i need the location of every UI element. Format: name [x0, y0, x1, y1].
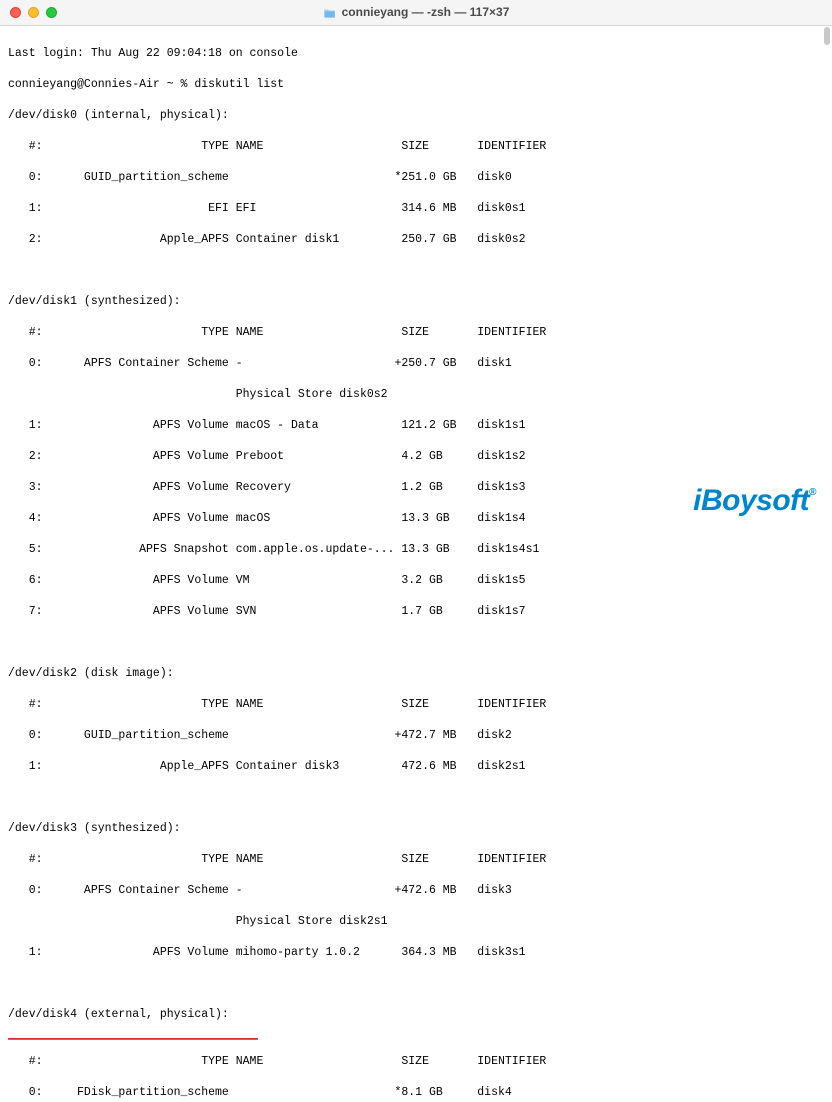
disk-header: /dev/disk0 (internal, physical): [8, 108, 824, 124]
blank-line [8, 976, 824, 992]
table-row: Physical Store disk0s2 [8, 387, 824, 403]
blank-line [8, 790, 824, 806]
column-header: #: TYPE NAME SIZE IDENTIFIER [8, 325, 824, 341]
table-row: 6: APFS Volume VM 3.2 GB disk1s5 [8, 573, 824, 589]
column-header: #: TYPE NAME SIZE IDENTIFIER [8, 697, 824, 713]
table-row: 0: APFS Container Scheme - +472.6 MB dis… [8, 883, 824, 899]
disk-header: /dev/disk4 (external, physical): [8, 1007, 824, 1023]
window-title-text: connieyang — -zsh — 117×37 [342, 4, 510, 20]
table-row: 0: FDisk_partition_scheme *8.1 GB disk4 [8, 1085, 824, 1101]
column-header: #: TYPE NAME SIZE IDENTIFIER [8, 1054, 824, 1070]
command-line: connieyang@Connies-Air ~ % diskutil list [8, 77, 824, 93]
table-row: 3: APFS Volume Recovery 1.2 GB disk1s3 [8, 480, 824, 496]
minimize-icon[interactable] [28, 7, 39, 18]
last-login-line: Last login: Thu Aug 22 09:04:18 on conso… [8, 46, 824, 62]
table-row: 0: APFS Container Scheme - +250.7 GB dis… [8, 356, 824, 372]
disk-header: /dev/disk1 (synthesized): [8, 294, 824, 310]
blank-line [8, 635, 824, 651]
disk-header: /dev/disk3 (synthesized): [8, 821, 824, 837]
maximize-icon[interactable] [46, 7, 57, 18]
table-row: 0: GUID_partition_scheme +472.7 MB disk2 [8, 728, 824, 744]
table-row: 7: APFS Volume SVN 1.7 GB disk1s7 [8, 604, 824, 620]
table-row: 2: APFS Volume Preboot 4.2 GB disk1s2 [8, 449, 824, 465]
disk-header: /dev/disk2 (disk image): [8, 666, 824, 682]
table-row: 0: GUID_partition_scheme *251.0 GB disk0 [8, 170, 824, 186]
window-titlebar: connieyang — -zsh — 117×37 [0, 0, 832, 26]
table-row: 1: Apple_APFS Container disk3 472.6 MB d… [8, 759, 824, 775]
scrollbar[interactable] [821, 27, 831, 551]
close-icon[interactable] [10, 7, 21, 18]
table-row: Physical Store disk2s1 [8, 914, 824, 930]
table-row: 2: Apple_APFS Container disk1 250.7 GB d… [8, 232, 824, 248]
table-row: 1: EFI EFI 314.6 MB disk0s1 [8, 201, 824, 217]
highlight-underline [8, 1038, 258, 1040]
column-header: #: TYPE NAME SIZE IDENTIFIER [8, 852, 824, 868]
scroll-thumb[interactable] [824, 27, 830, 45]
table-row: 1: APFS Volume macOS - Data 121.2 GB dis… [8, 418, 824, 434]
table-row: 5: APFS Snapshot com.apple.os.update-...… [8, 542, 824, 558]
table-row: 1: APFS Volume mihomo-party 1.0.2 364.3 … [8, 945, 824, 961]
table-row: 4: APFS Volume macOS 13.3 GB disk1s4 [8, 511, 824, 527]
column-header: #: TYPE NAME SIZE IDENTIFIER [8, 139, 824, 155]
blank-line [8, 263, 824, 279]
terminal-output[interactable]: Last login: Thu Aug 22 09:04:18 on conso… [0, 26, 832, 1102]
traffic-lights [10, 7, 57, 18]
window-title: connieyang — -zsh — 117×37 [323, 4, 510, 20]
folder-icon [323, 6, 337, 20]
